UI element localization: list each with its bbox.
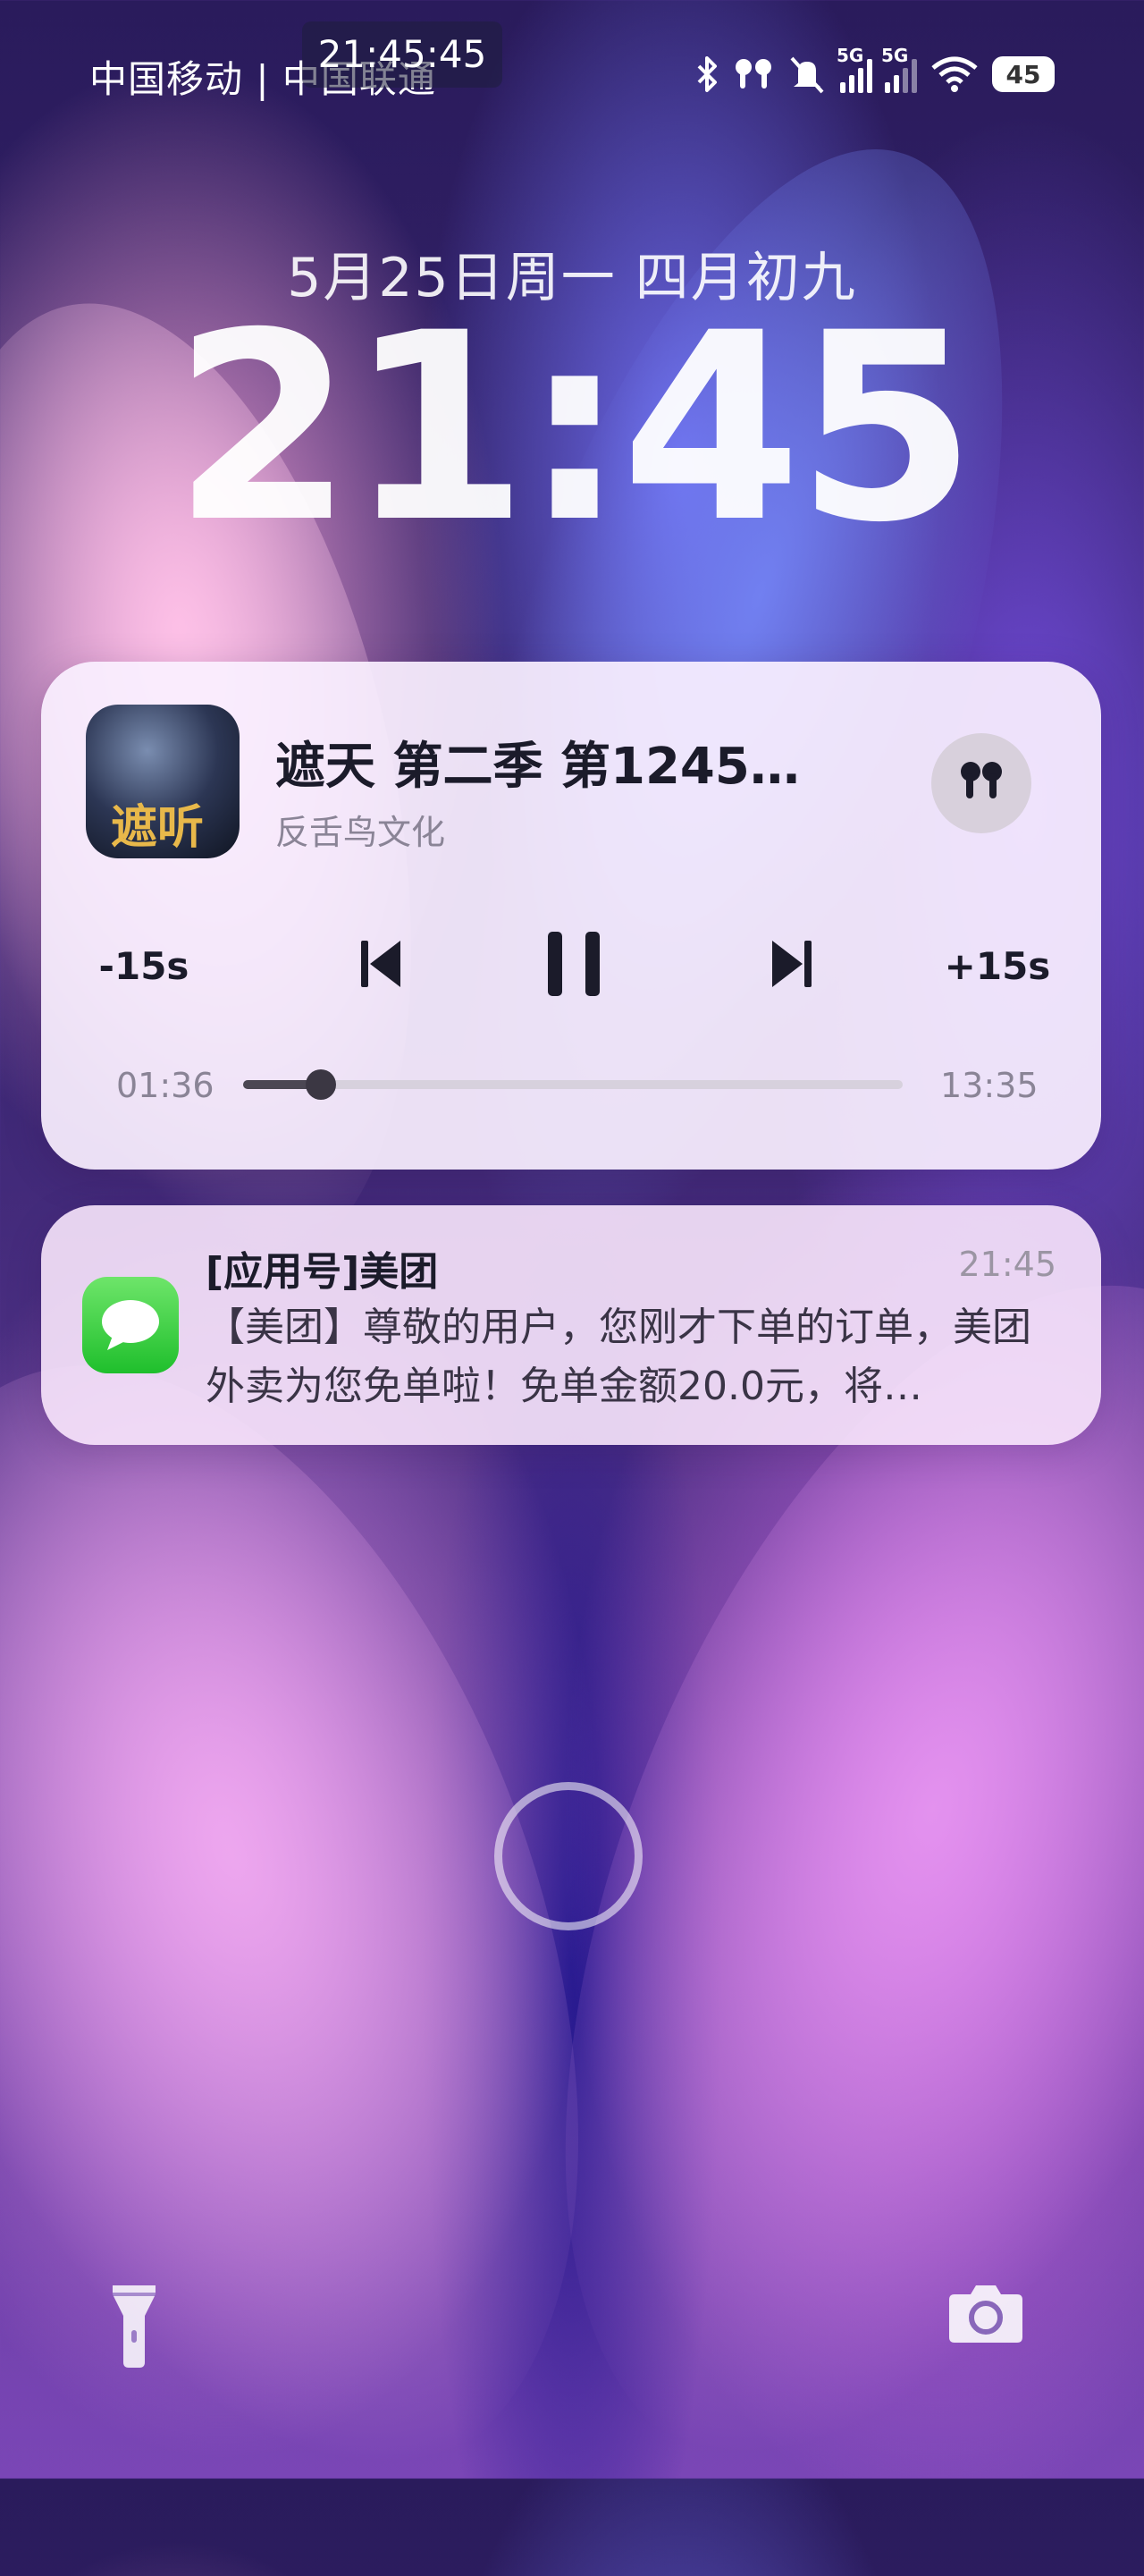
wifi-icon <box>930 54 980 95</box>
mute-icon <box>786 54 828 95</box>
progress-slider[interactable] <box>243 1069 903 1100</box>
network-type-label: 5G <box>837 45 864 66</box>
notification-time: 21:45 <box>958 1245 1056 1284</box>
notification-card[interactable]: [应用号]美团 21:45 【美团】尊敬的用户，您刚才下单的订单，美团外卖为您免… <box>41 1205 1101 1445</box>
bluetooth-icon <box>694 54 720 95</box>
flashlight-button[interactable] <box>107 2280 197 2378</box>
output-device-button[interactable] <box>931 733 1031 833</box>
time-overlay: 21:45:45 <box>302 21 502 88</box>
earbuds-icon <box>733 54 774 95</box>
media-player-card[interactable]: 遮听 遮天 第二季 第1245集… 反舌鸟文化 -15s +15s 01:36 … <box>41 662 1101 1170</box>
signal-icon: 5G <box>881 45 917 95</box>
battery-icon: 45 <box>992 54 1055 95</box>
lockscreen-clock: 21:45 <box>172 278 976 579</box>
previous-button[interactable] <box>336 921 425 1010</box>
earbuds-icon <box>956 759 1006 807</box>
notification-app-name: [应用号]美团 <box>206 1249 439 1295</box>
status-bar: 中国移动 | 中国联通 21:45:45 5G 5G 45 <box>0 0 1144 134</box>
media-artist: 反舌鸟文化 <box>275 813 446 852</box>
album-art-text: 遮听 <box>111 800 205 855</box>
rewind-label: -15s <box>98 943 189 988</box>
forward-label: +15s <box>944 943 1051 988</box>
wallpaper-petal <box>0 1269 717 2576</box>
skip-previous-icon <box>358 937 404 994</box>
signal-icon: 5G <box>837 45 872 95</box>
rewind-15-button[interactable]: -15s <box>95 921 193 1010</box>
messages-app-icon <box>82 1277 179 1373</box>
pause-button[interactable] <box>529 921 618 1010</box>
forward-15-button[interactable]: +15s <box>944 921 1051 1010</box>
media-title: 遮天 第二季 第1245集… <box>275 738 847 796</box>
elapsed-time: 01:36 <box>116 1066 214 1105</box>
progress-knob[interactable] <box>306 1069 337 1100</box>
skip-next-icon <box>769 937 815 994</box>
camera-button[interactable] <box>947 2280 1037 2369</box>
camera-icon <box>947 2285 1024 2348</box>
duration-time: 13:35 <box>940 1066 1039 1105</box>
battery-level: 45 <box>992 56 1055 92</box>
status-icons: 5G 5G 45 <box>694 45 1055 95</box>
pause-icon <box>543 930 605 1001</box>
fingerprint-ring-icon[interactable] <box>494 1782 643 1930</box>
flashlight-icon <box>107 2285 161 2373</box>
network-type-label: 5G <box>881 45 909 66</box>
album-art[interactable]: 遮听 <box>86 705 240 858</box>
next-button[interactable] <box>747 921 837 1010</box>
notification-body: 【美团】尊敬的用户，您刚才下单的订单，美团外卖为您免单啦！免单金额20.0元，将… <box>206 1305 1031 1409</box>
